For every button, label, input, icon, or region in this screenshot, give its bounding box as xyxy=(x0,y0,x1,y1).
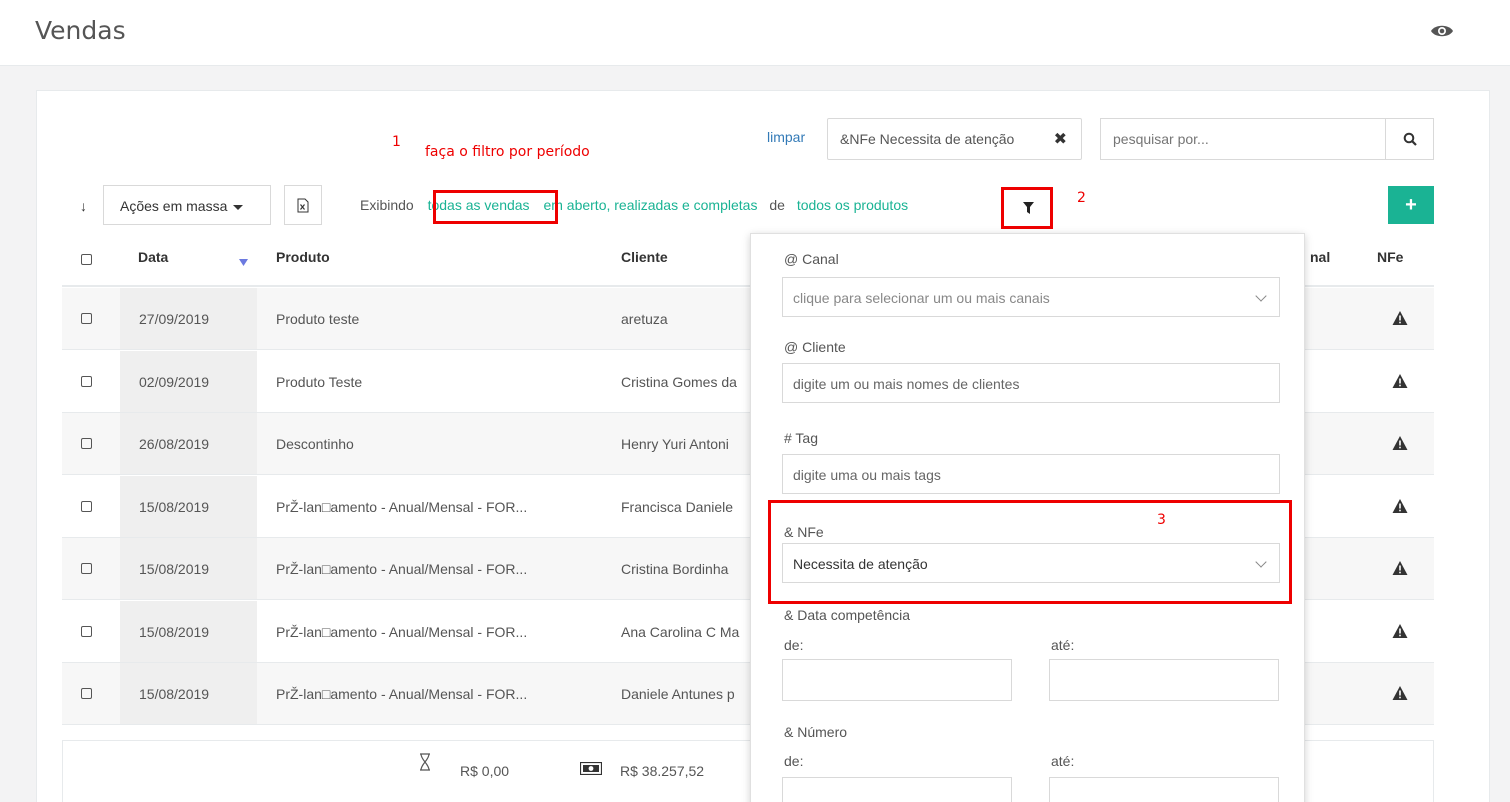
row-date: 15/08/2019 xyxy=(139,498,210,515)
search-button[interactable] xyxy=(1385,119,1433,159)
caret-down-icon xyxy=(233,204,244,210)
numero-to-input[interactable] xyxy=(1049,777,1279,802)
row-checkbox[interactable] xyxy=(81,563,92,574)
column-nfe[interactable]: NFe xyxy=(1377,249,1403,265)
plus-icon: + xyxy=(1405,193,1417,216)
status-link[interactable]: em aberto, realizadas e completas xyxy=(543,197,757,213)
row-client[interactable]: Ana Carolina C Ma xyxy=(621,624,739,640)
annotation-1-text: faça o filtro por período xyxy=(425,144,590,160)
warning-icon[interactable] xyxy=(1392,623,1408,639)
chevron-down-icon xyxy=(1255,290,1267,302)
search-icon xyxy=(1403,132,1417,146)
row-product[interactable]: PrŽ-lan□amento - Anual/Mensal - FOR... xyxy=(276,499,527,515)
competencia-to-input[interactable] xyxy=(1049,659,1279,701)
export-excel-button[interactable] xyxy=(284,185,322,225)
competencia-from-input[interactable] xyxy=(782,659,1012,701)
column-date[interactable]: Data xyxy=(138,249,168,265)
row-date: 15/08/2019 xyxy=(139,686,210,702)
numero-label: & Número xyxy=(784,724,848,740)
row-date: 15/08/2019 xyxy=(139,561,210,577)
row-product[interactable]: Descontinho xyxy=(276,436,354,452)
row-client[interactable]: Henry Yuri Antoni xyxy=(621,436,729,452)
received-total: R$ 38.257,52 xyxy=(620,763,705,779)
row-checkbox[interactable] xyxy=(81,688,92,699)
cliente-input[interactable]: digite um ou mais nomes de clientes xyxy=(782,363,1280,403)
row-product[interactable]: Produto Teste xyxy=(276,374,362,390)
competencia-label: & Data competência xyxy=(784,607,911,623)
clear-filters-link[interactable]: limpar xyxy=(767,129,805,145)
row-product[interactable]: PrŽ-lan□amento - Anual/Mensal - FOR... xyxy=(276,686,527,702)
tag-placeholder: digite uma ou mais tags xyxy=(793,467,941,483)
sort-desc-icon[interactable] xyxy=(239,259,248,266)
row-client[interactable]: Daniele Antunes p xyxy=(621,686,735,702)
row-date: 26/08/2019 xyxy=(139,436,210,452)
numero-to-label: até: xyxy=(1051,753,1075,769)
row-date: 02/09/2019 xyxy=(139,373,210,390)
showing-label: Exibindo xyxy=(360,197,414,213)
tag-label: # Tag xyxy=(784,430,818,446)
row-checkbox[interactable] xyxy=(81,625,92,637)
row-checkbox[interactable] xyxy=(81,438,92,449)
annotation-box-1 xyxy=(433,190,558,224)
annotation-2-number: 2 xyxy=(1077,190,1086,206)
column-client[interactable]: Cliente xyxy=(621,249,668,265)
page-title: Vendas xyxy=(35,16,126,45)
cliente-label: @ Cliente xyxy=(784,339,846,355)
row-checkbox[interactable] xyxy=(81,500,92,512)
money-icon xyxy=(580,762,602,775)
warning-icon[interactable] xyxy=(1392,498,1408,514)
sort-icon[interactable]: ↓ xyxy=(80,198,87,214)
of-label: de xyxy=(769,197,785,213)
row-client[interactable]: Cristina Gomes da xyxy=(621,374,737,390)
top-bar: Vendas xyxy=(0,0,1510,66)
row-product[interactable]: PrŽ-lan□amento - Anual/Mensal - FOR... xyxy=(276,624,527,640)
hourglass-icon xyxy=(420,753,430,771)
competencia-from-label: de: xyxy=(784,637,804,653)
column-channel[interactable]: nal xyxy=(1310,249,1330,265)
select-all-checkbox[interactable] xyxy=(81,254,92,265)
column-product[interactable]: Produto xyxy=(276,249,330,265)
eye-icon[interactable] xyxy=(1430,22,1454,40)
row-product[interactable]: Produto teste xyxy=(276,311,359,327)
annotation-1-number: 1 xyxy=(392,134,401,150)
close-icon[interactable]: ✖ xyxy=(1054,129,1067,149)
warning-icon[interactable] xyxy=(1392,435,1408,451)
row-date: 15/08/2019 xyxy=(139,623,210,640)
row-client[interactable]: Francisca Daniele xyxy=(621,499,733,515)
annotation-box-2 xyxy=(1001,187,1053,229)
products-link[interactable]: todos os produtos xyxy=(797,197,908,213)
row-product[interactable]: PrŽ-lan□amento - Anual/Mensal - FOR... xyxy=(276,561,527,577)
pending-total: R$ 0,00 xyxy=(460,763,510,779)
canal-select[interactable]: clique para selecionar um ou mais canais xyxy=(782,277,1280,317)
search-box xyxy=(1100,118,1434,160)
tag-input[interactable]: digite uma ou mais tags xyxy=(782,454,1280,494)
active-filter-chip[interactable]: &NFe Necessita de atenção ✖ xyxy=(827,118,1082,160)
warning-icon[interactable] xyxy=(1392,310,1408,326)
row-date: 27/09/2019 xyxy=(139,311,210,327)
warning-icon[interactable] xyxy=(1392,560,1408,576)
competencia-to-label: até: xyxy=(1051,637,1075,653)
row-checkbox[interactable] xyxy=(81,375,92,387)
row-checkbox[interactable] xyxy=(81,313,92,324)
numero-from-label: de: xyxy=(784,753,804,769)
canal-label: @ Canal xyxy=(784,251,839,267)
canal-placeholder: clique para selecionar um ou mais canais xyxy=(793,290,1050,306)
active-filter-label: &NFe Necessita de atenção xyxy=(840,131,1015,147)
annotation-3-number: 3 xyxy=(1157,512,1166,528)
warning-icon[interactable] xyxy=(1392,685,1408,701)
row-client[interactable]: Cristina Bordinha xyxy=(621,561,728,577)
annotation-box-3 xyxy=(768,500,1292,604)
row-client[interactable]: aretuza xyxy=(621,311,668,327)
warning-icon[interactable] xyxy=(1392,373,1408,389)
bulk-actions-button[interactable]: Ações em massa xyxy=(103,185,271,225)
add-sale-button[interactable]: + xyxy=(1388,186,1434,224)
cliente-placeholder: digite um ou mais nomes de clientes xyxy=(793,376,1020,392)
search-input[interactable] xyxy=(1101,119,1386,159)
numero-from-input[interactable] xyxy=(782,777,1012,802)
bulk-actions-label: Ações em massa xyxy=(120,198,228,214)
excel-file-icon xyxy=(297,198,309,212)
